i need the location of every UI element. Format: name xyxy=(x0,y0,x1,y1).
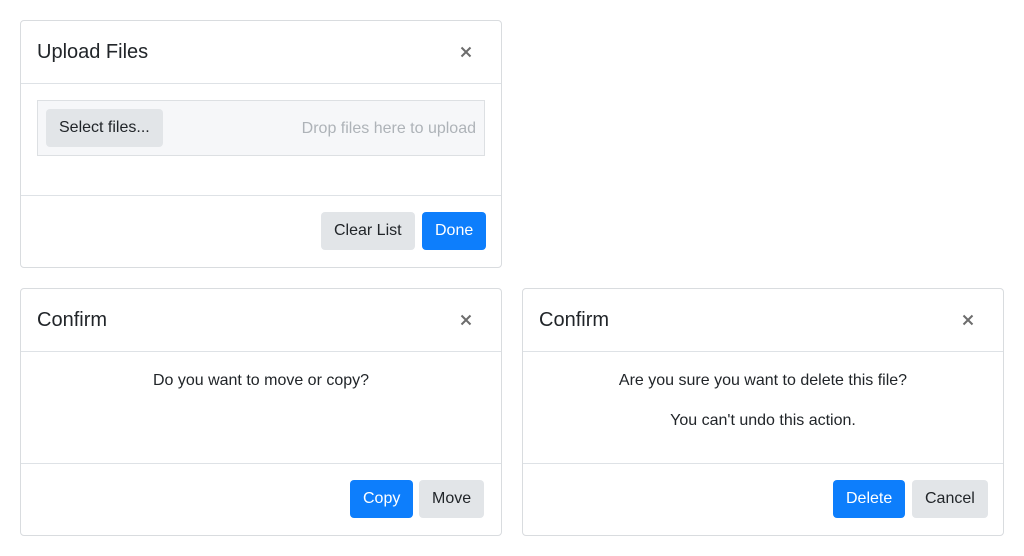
confirm-delete-dialog: Confirm Are you sure you want to delete … xyxy=(522,288,1004,536)
clear-list-button[interactable]: Clear List xyxy=(321,212,415,250)
dialog-title: Upload Files xyxy=(37,41,149,63)
dialog-message: Do you want to move or copy? xyxy=(152,372,370,389)
dialog-header: Confirm xyxy=(21,289,501,352)
dialog-title: Confirm xyxy=(539,309,610,331)
close-icon xyxy=(460,314,472,326)
dialog-footer: Clear List Done xyxy=(21,195,501,267)
done-button[interactable]: Done xyxy=(422,212,487,250)
select-files-button[interactable]: Select files... xyxy=(46,109,163,147)
confirm-move-dialog: Confirm Do you want to move or copy? Cop… xyxy=(20,288,502,536)
drop-hint-text: Drop files here to upload xyxy=(301,120,476,137)
close-button[interactable] xyxy=(455,41,477,63)
dialog-warning: You can't undo this action. xyxy=(670,412,856,429)
copy-button[interactable]: Copy xyxy=(350,480,414,518)
delete-button[interactable]: Delete xyxy=(833,480,906,518)
dialog-footer: Copy Move xyxy=(21,463,501,535)
file-drop-zone[interactable]: Select files... Drop files here to uploa… xyxy=(37,100,485,156)
cancel-button[interactable]: Cancel xyxy=(912,480,988,518)
dialog-message: Are you sure you want to delete this fil… xyxy=(618,372,908,389)
close-button[interactable] xyxy=(957,309,979,331)
upload-files-dialog: Upload Files Select files... Drop files … xyxy=(20,20,502,268)
dialog-header: Upload Files xyxy=(21,21,501,84)
dialog-title: Confirm xyxy=(37,309,108,331)
close-icon xyxy=(962,314,974,326)
close-icon xyxy=(460,46,472,58)
close-button[interactable] xyxy=(455,309,477,331)
dialog-header: Confirm xyxy=(523,289,1003,352)
move-button[interactable]: Move xyxy=(419,480,485,518)
dialog-footer: Delete Cancel xyxy=(523,463,1003,535)
